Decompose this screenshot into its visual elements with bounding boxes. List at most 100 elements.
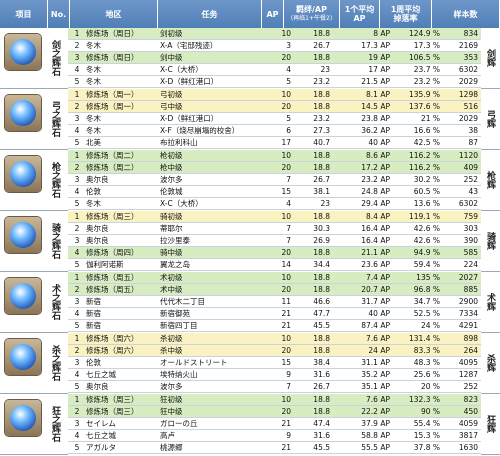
row-ap: 7	[286, 236, 291, 245]
row-no: 3	[74, 358, 80, 367]
row-samples: 2029	[458, 114, 478, 123]
row-avg: 24 AP	[368, 346, 390, 355]
table-row: 2 修炼场（周三） 狂中级 20 18.8 22.2 AP 90 % 450	[68, 406, 481, 418]
row-no: 5	[74, 138, 80, 147]
row-avg: 8 AP	[373, 29, 390, 38]
row-drop: 48.3 %	[413, 358, 440, 367]
table-row: 2 奥尔良 蒂耶尔 7 30.3 16.4 AP 42.6 % 303	[68, 223, 481, 235]
row-drop: 135 %	[416, 273, 440, 282]
row-drop: 17.3 %	[413, 41, 440, 50]
gem-orb-icon	[10, 100, 36, 126]
gem-stone-icon	[5, 217, 41, 253]
gem-stone-icon	[5, 339, 41, 375]
group-icon-cell: 骑之辉石	[0, 211, 68, 272]
group-side-label: 枪辉	[481, 150, 500, 211]
row-samples: 1298	[458, 90, 478, 99]
gem-orb-icon	[10, 161, 36, 187]
gem-stone-icon	[5, 400, 41, 436]
row-area: 冬木	[86, 41, 101, 50]
header-bond: 羁绊/AP (再临1+午餐2)	[284, 0, 340, 28]
row-drop: 21 %	[420, 114, 440, 123]
row-ap: 20	[281, 248, 291, 257]
table-row: 4 七丘之城 高卢 9 31.6 58.8 AP 15.3 % 3817	[68, 430, 481, 442]
row-task: 术中级	[160, 285, 183, 294]
row-ap: 3	[286, 41, 291, 50]
gem-stone-icon	[5, 95, 41, 131]
row-area: 奥尔良	[86, 175, 109, 184]
row-area: 修炼场（周六）	[86, 346, 139, 355]
row-drop: 16.6 %	[413, 126, 440, 135]
row-area: 新宿	[86, 321, 101, 330]
row-samples: 585	[463, 248, 478, 257]
row-avg: 21.1 AP	[361, 248, 390, 257]
row-ap: 10	[281, 334, 291, 343]
row-area: 修炼场（周一）	[86, 90, 139, 99]
row-bond: 18.8	[313, 212, 330, 221]
row-no: 4	[74, 431, 80, 440]
row-samples: 885	[463, 285, 478, 294]
row-avg: 31.7 AP	[361, 297, 390, 306]
table-row: 1 修炼场（周六） 杀初级 10 18.8 7.6 AP 131.4 % 898	[68, 333, 481, 345]
table-row: 2 冬木 X-A（宅邸残迹） 3 26.7 17.3 AP 17.3 % 2169	[68, 40, 481, 52]
table-row: 1 修炼场（周三） 骑初级 10 18.8 8.4 AP 119.1 % 759	[68, 211, 481, 223]
row-bond: 47.7	[313, 309, 330, 318]
group-name: 弓之辉石	[50, 101, 60, 137]
row-area: 伦敦	[86, 187, 101, 196]
row-task: X-F（烧尽崩塌的校舍）	[160, 126, 240, 135]
table-row: 3 新宿 代代木二丁目 11 46.6 31.7 AP 34.7 % 2900	[68, 296, 481, 308]
row-samples: 6302	[458, 199, 478, 208]
row-avg: 35.1 AP	[361, 382, 390, 391]
row-drop: 124.9 %	[409, 29, 440, 38]
table-row: 4 修炼场（周四） 骑中级 20 18.8 21.1 AP 94.9 % 585	[68, 247, 481, 259]
row-area: 七丘之城	[86, 370, 116, 379]
row-task: 波尔多	[160, 175, 183, 184]
row-avg: 17 AP	[368, 65, 390, 74]
row-no: 1	[74, 90, 80, 99]
gem-orb-icon	[10, 283, 36, 309]
row-area: 新宿	[86, 297, 101, 306]
row-ap: 20	[281, 163, 291, 172]
table-row: 3 奥尔良 波尔多 7 26.7 23.2 AP 30.2 % 252	[68, 174, 481, 186]
row-samples: 409	[463, 163, 478, 172]
row-task: 新宿四丁目	[160, 321, 198, 330]
group-name: 枪之辉石	[50, 162, 60, 198]
group-name: 狂之辉石	[50, 406, 60, 442]
row-task: 新宿御苑	[160, 309, 190, 318]
header-drop-1: 1周平均	[390, 5, 421, 14]
row-ap: 21	[281, 309, 291, 318]
row-bond: 31.6	[313, 431, 330, 440]
row-task: X-A（宅邸残迹）	[160, 41, 218, 50]
header-avg-1: 1个平均	[344, 5, 375, 14]
row-ap: 21	[281, 321, 291, 330]
row-avg: 8.6 AP	[366, 151, 390, 160]
row-bond: 18.8	[313, 346, 330, 355]
row-ap: 14	[281, 260, 291, 269]
header-item: 项目	[0, 0, 48, 28]
row-ap: 5	[286, 114, 291, 123]
row-task: オールドストリート	[160, 358, 228, 367]
row-samples: 353	[463, 53, 478, 62]
row-no: 1	[74, 273, 80, 282]
table-row: 3 セイレム ガローの丘 21 47.4 37.9 AP 55.4 % 4059	[68, 418, 481, 430]
row-ap: 11	[281, 297, 291, 306]
table-row: 4 伦敦 伦敦城 15 38.1 24.8 AP 60.5 % 43	[68, 186, 481, 198]
group-icon-cell: 杀之辉石	[0, 333, 68, 394]
row-drop: 24 %	[420, 321, 440, 330]
row-task: 剑初级	[160, 29, 183, 38]
row-drop: 30.2 %	[413, 175, 440, 184]
row-task: 翼龙之岛	[160, 260, 190, 269]
row-no: 1	[74, 395, 80, 404]
row-task: 代代木二丁目	[160, 297, 205, 306]
row-task: 埃特纳火山	[160, 370, 198, 379]
row-ap: 10	[281, 273, 291, 282]
row-bond: 18.8	[313, 163, 330, 172]
row-ap: 21	[281, 419, 291, 428]
row-drop: 135.9 %	[409, 90, 440, 99]
row-no: 5	[74, 443, 80, 452]
row-ap: 10	[281, 212, 291, 221]
row-task: 拉沙里泰	[160, 236, 190, 245]
row-no: 5	[74, 321, 80, 330]
row-no: 4	[74, 309, 80, 318]
table-row: 3 伦敦 オールドストリート 15 38.4 31.1 AP 48.3 % 4095	[68, 357, 481, 369]
group-side-label: 骑辉	[481, 211, 500, 272]
